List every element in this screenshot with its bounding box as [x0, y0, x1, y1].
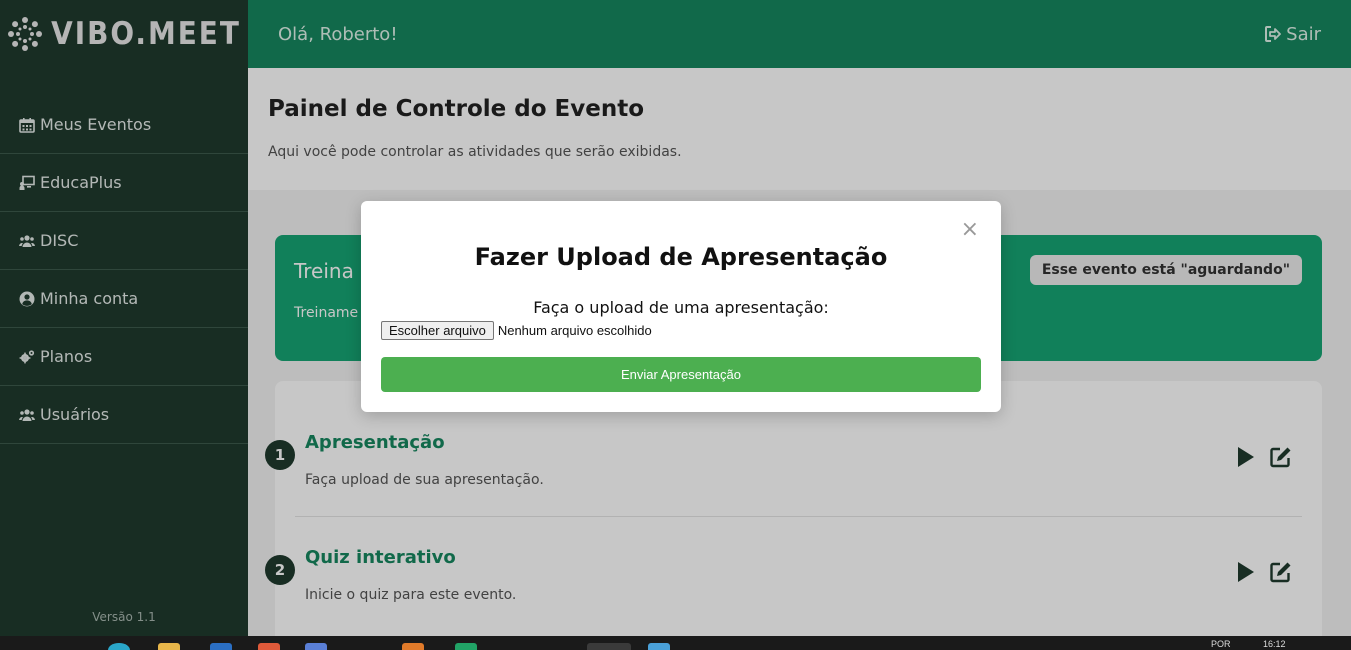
language-indicator[interactable]: POR: [1211, 639, 1231, 649]
folder-icon[interactable]: [158, 643, 180, 650]
upload-modal: × Fazer Upload de Apresentação Faça o up…: [361, 201, 1001, 412]
file-input: Escolher arquivo Nenhum arquivo escolhid…: [381, 321, 652, 340]
choose-file-button[interactable]: Escolher arquivo: [381, 321, 494, 340]
app-icon[interactable]: [305, 643, 327, 650]
file-status: Nenhum arquivo escolhido: [497, 323, 652, 338]
app-icon[interactable]: [455, 643, 477, 650]
app-icon[interactable]: [648, 643, 670, 650]
app-icon[interactable]: [402, 643, 424, 650]
chrome-active-icon[interactable]: [587, 643, 631, 650]
clock[interactable]: 16:12: [1263, 639, 1286, 649]
upload-label: Faça o upload de uma apresentação:: [533, 298, 829, 317]
os-taskbar: POR 16:12: [0, 636, 1351, 650]
submit-presentation-button[interactable]: Enviar Apresentação: [381, 357, 981, 392]
close-icon[interactable]: ×: [961, 219, 979, 241]
app-icon[interactable]: [210, 643, 232, 650]
modal-title: Fazer Upload de Apresentação: [474, 243, 888, 271]
app-icon[interactable]: [258, 643, 280, 650]
browser-icon[interactable]: [108, 643, 130, 650]
